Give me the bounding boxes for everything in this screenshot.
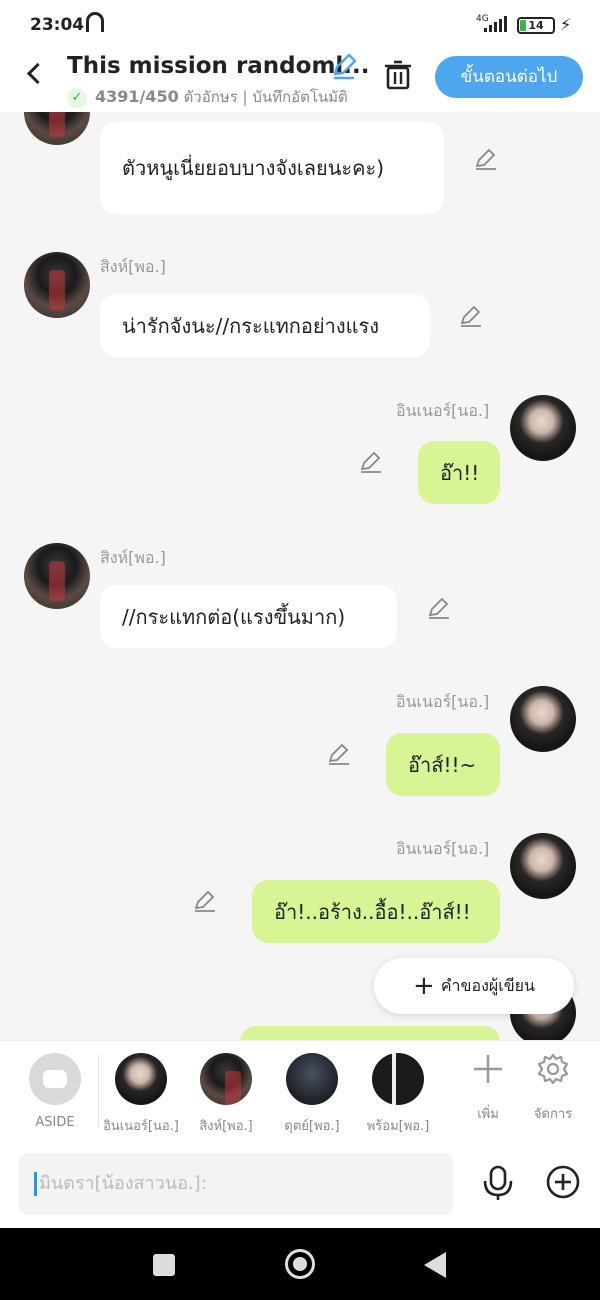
gear-icon [537,1053,569,1085]
speaker-name: สิงห์[พอ.] [100,548,166,567]
character-dut[interactable]: ดุตย์[พอ.] [272,1053,352,1136]
editor-header: This mission randoml... ✓ 4391/450 ตัวอัก… [0,50,600,112]
character-label: ASIDE [35,1115,75,1130]
story-title[interactable]: This mission randoml... [67,53,370,79]
message-text: น่ารักจังนะ//กระแทกอย่างแรง [122,313,380,338]
headphones-icon [86,12,104,32]
message-bubble[interactable]: อ๊า!! [418,441,500,504]
plus-icon [474,1055,502,1083]
avatar-inner[interactable] [510,686,576,752]
message-bubble[interactable]: ตัวหนูเนี่ยยอบบางจังเลยนะคะ) [100,122,444,214]
home-icon[interactable] [285,1249,315,1279]
battery-level: 14 [528,19,544,32]
message-bubble[interactable]: อ๊า!..อร้าง..อื้อ!..อ๊าส์!! [252,880,500,943]
character-avatar [200,1053,252,1105]
character-avatar [115,1053,167,1105]
speaker-name: สิงห์[พอ.] [100,257,166,276]
manage-characters-button[interactable]: จัดการ [523,1053,583,1124]
next-step-button[interactable]: ขั้นตอนต่อไป [435,56,583,98]
avatar-inner[interactable] [510,395,576,461]
edit-message-icon[interactable] [474,147,498,171]
add-label: เพิ่ม [477,1107,499,1122]
character-inner[interactable]: อินเนอร์[นอ.] [101,1053,181,1136]
author-note-label: คำของผู้เขียน [440,976,535,995]
edit-title-icon[interactable] [330,52,358,80]
message-input[interactable]: มินตรา[น้องสาวนอ.]: [18,1153,453,1215]
manage-label: จัดการ [533,1107,573,1122]
check-icon: ✓ [67,87,87,108]
message-text: อ๊า!..อร้าง..อื้อ!..อ๊าส์!! [274,899,471,924]
add-character-button[interactable]: เพิ่ม [458,1053,518,1124]
edit-message-icon[interactable] [193,889,217,913]
avatar-singh[interactable] [24,252,90,318]
speaker-name: อินเนอร์[นอ.] [396,839,490,858]
status-bar: 23:04 4G 14 ⚡ [0,0,600,50]
char-count: 4391/450 [95,87,179,106]
message-bubble[interactable]: อ๊าส์!!~ [386,733,500,796]
charging-icon: ⚡ [560,15,572,34]
author-note-button[interactable]: + คำของผู้เขียน [374,958,574,1014]
back-triangle-icon[interactable] [424,1252,446,1278]
microphone-icon[interactable] [482,1165,514,1201]
character-aside[interactable]: ASIDE [15,1053,95,1130]
character-label: พร้อม[พอ.] [366,1119,430,1134]
speaker-name: อินเนอร์[นอ.] [396,401,490,420]
message-text: อ๊าส์!!~ [408,752,477,777]
system-nav-bar [0,1228,600,1300]
character-label: อินเนอร์[นอ.] [103,1119,179,1134]
character-bar: ASIDE อินเนอร์[นอ.] สิงห์[พอ.] ดุตย์[พอ.… [0,1040,600,1140]
autosave-note: ตัวอักษร | บันทึกอัตโนมัติ [183,88,348,106]
edit-message-icon[interactable] [359,450,383,474]
message-bubble[interactable] [240,1026,500,1040]
edit-message-icon[interactable] [327,742,351,766]
edit-message-icon[interactable] [459,304,483,328]
message-bubble[interactable]: น่ารักจังนะ//กระแทกอย่างแรง [100,294,430,357]
back-arrow-icon[interactable] [26,62,49,85]
signal-icon [484,16,507,32]
speaker-name: อินเนอร์[นอ.] [396,692,490,711]
battery-icon: 14 [517,17,555,34]
avatar-singh[interactable] [24,543,90,609]
character-prom[interactable]: พร้อม[พอ.] [358,1053,438,1136]
aside-icon [29,1053,81,1105]
chat-area[interactable]: ตัวหนูเนี่ยยอบบางจังเลยนะคะ) สิงห์[พอ.] … [0,112,600,1040]
recent-apps-icon[interactable] [153,1254,175,1276]
message-bubble[interactable]: //กระแทกต่อ(แรงขึ้นมาก) [100,585,397,648]
avatar-singh[interactable] [24,112,90,145]
input-placeholder: มินตรา[น้องสาวนอ.]: [39,1173,207,1194]
character-avatar [372,1053,424,1105]
trash-icon[interactable] [384,60,412,90]
avatar-inner[interactable] [510,833,576,899]
message-text: //กระแทกต่อ(แรงขึ้นมาก) [122,604,346,629]
character-singh[interactable]: สิงห์[พอ.] [186,1053,266,1136]
character-label: ดุตย์[พอ.] [284,1119,340,1134]
word-count-line: ✓ 4391/450 ตัวอักษร | บันทึกอัตโนมัติ [67,85,348,109]
input-bar: มินตรา[น้องสาวนอ.]: [0,1140,600,1228]
message-text: ตัวหนูเนี่ยยอบบางจังเลยนะคะ) [122,156,385,180]
plus-icon: + [413,971,435,1001]
edit-message-icon[interactable] [427,596,451,620]
character-label: สิงห์[พอ.] [199,1119,253,1134]
divider [98,1055,99,1127]
status-time: 23:04 [30,15,85,35]
text-caret [34,1172,37,1196]
add-circle-icon[interactable] [546,1165,580,1199]
message-text: อ๊า!! [440,460,480,485]
character-avatar [286,1053,338,1105]
